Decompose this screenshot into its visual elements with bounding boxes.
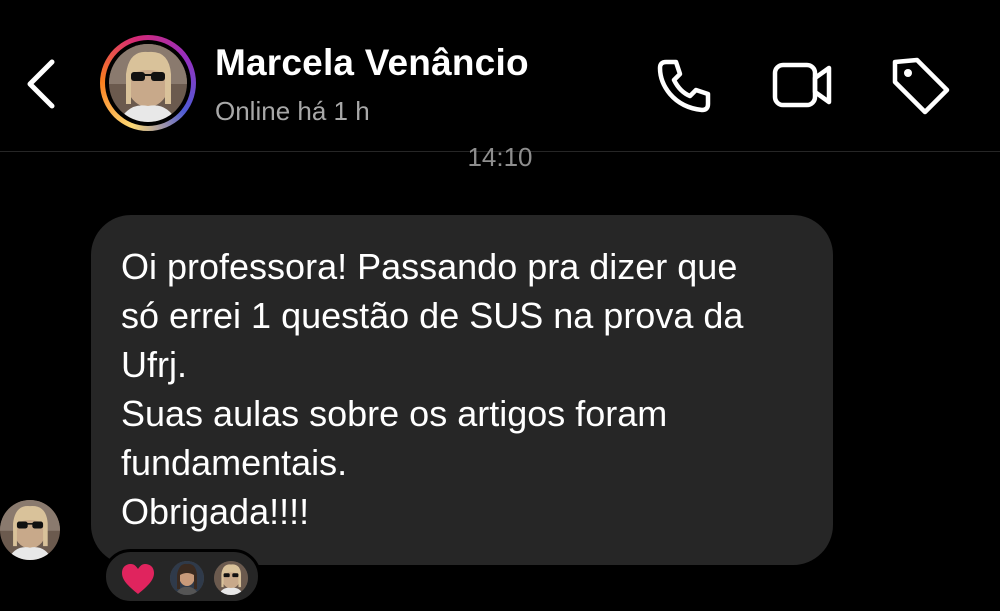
- reaction-avatar: [170, 561, 204, 595]
- contact-status: Online há 1 h: [215, 96, 370, 126]
- contact-avatar[interactable]: [100, 35, 196, 131]
- label-button[interactable]: [885, 50, 955, 120]
- call-button[interactable]: [648, 50, 718, 120]
- reaction-avatar: [214, 561, 248, 595]
- contact-name[interactable]: Marcela Venâncio: [215, 42, 529, 84]
- message-reactions[interactable]: [103, 549, 261, 604]
- avatar-photo: [109, 44, 187, 122]
- back-icon: [27, 59, 55, 109]
- chat-header: Marcela Venâncio Online há 1 h: [0, 0, 1000, 152]
- sender-avatar[interactable]: [0, 500, 60, 560]
- tag-icon: [892, 57, 950, 115]
- heart-icon: [122, 564, 154, 594]
- message-timestamp: 14:10: [467, 142, 533, 172]
- video-call-button[interactable]: [767, 50, 837, 120]
- message-text: Oi professora! Passando pra dizer que só…: [121, 246, 744, 532]
- back-button[interactable]: [18, 52, 68, 116]
- video-camera-icon: [772, 62, 832, 108]
- phone-icon: [657, 59, 711, 113]
